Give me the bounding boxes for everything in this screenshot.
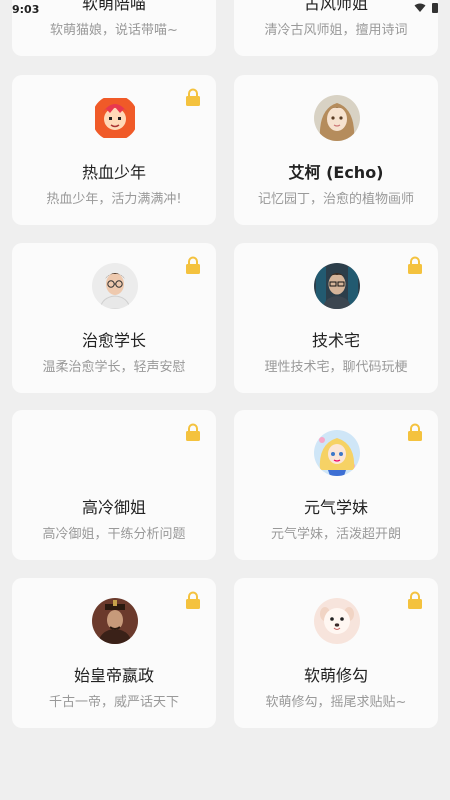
card-name: 热血少年 xyxy=(81,163,146,182)
card-name: 始皇帝嬴政 xyxy=(73,666,154,685)
character-card-echo[interactable]: 艾柯 (Echo) 记忆园丁，治愈的植物画师 xyxy=(234,75,438,225)
card-desc: 高冷御姐，干练分析问题 xyxy=(42,527,186,542)
wifi-icon xyxy=(414,3,426,12)
glasses-man-avatar xyxy=(92,263,138,309)
lock-icon xyxy=(186,256,200,274)
character-card-shihuangdi-yingzheng[interactable]: 始皇帝嬴政 千古一帝，威严话天下 xyxy=(12,578,216,728)
battery-icon xyxy=(432,3,438,13)
card-name: 高冷御姐 xyxy=(81,498,146,517)
blonde-girl-avatar xyxy=(314,430,360,476)
status-bar: 9:03 xyxy=(0,0,450,20)
card-desc: 软萌修勾，摇尾求贴贴~ xyxy=(265,695,407,710)
character-card-rexue-shaonian[interactable]: 热血少年 热血少年，活力满满冲! xyxy=(12,75,216,225)
card-desc: 元气学妹，活泼超开朗 xyxy=(270,527,401,542)
card-name: 治愈学长 xyxy=(81,331,146,350)
tech-man-avatar xyxy=(314,263,360,309)
lock-icon xyxy=(408,256,422,274)
anime-boy-avatar xyxy=(92,95,138,141)
card-desc: 清冷古风师姐，擅用诗词 xyxy=(264,23,408,38)
lock-icon xyxy=(186,591,200,609)
character-card-jishu-zhai[interactable]: 技术宅 理性技术宅，聊代码玩梗 xyxy=(234,243,438,393)
character-card-ruanmeng-xiugou[interactable]: 软萌修勾 软萌修勾，摇尾求贴贴~ xyxy=(234,578,438,728)
card-desc: 理性技术宅，聊代码玩梗 xyxy=(264,360,408,375)
anime-girl-avatar xyxy=(314,95,360,141)
card-name: 软萌修勾 xyxy=(303,666,368,685)
character-card-zhiyu-xuezhang[interactable]: 治愈学长 温柔治愈学长，轻声安慰 xyxy=(12,243,216,393)
card-name: 技术宅 xyxy=(311,331,360,350)
lock-icon xyxy=(186,88,200,106)
puppy-avatar xyxy=(314,598,360,644)
card-desc: 温柔治愈学长，轻声安慰 xyxy=(42,360,186,375)
status-icons xyxy=(414,3,438,13)
card-desc: 记忆园丁，治愈的植物画师 xyxy=(257,192,414,207)
card-name: 元气学妹 xyxy=(303,498,368,517)
lock-icon xyxy=(186,423,200,441)
status-time: 9:03 xyxy=(12,3,40,16)
lock-icon xyxy=(408,591,422,609)
emperor-avatar xyxy=(92,598,138,644)
card-desc: 千古一帝，威严话天下 xyxy=(48,695,179,710)
card-desc: 热血少年，活力满满冲! xyxy=(46,192,182,207)
card-name: 艾柯 (Echo) xyxy=(288,163,384,182)
character-card-gaoleng-yujie[interactable]: 高冷御姐 高冷御姐，干练分析问题 xyxy=(12,410,216,560)
character-card-yuanqi-xuemei[interactable]: 元气学妹 元气学妹，活泼超开朗 xyxy=(234,410,438,560)
card-desc: 软萌猫娘，说话带喵~ xyxy=(50,23,178,38)
lock-icon xyxy=(408,423,422,441)
